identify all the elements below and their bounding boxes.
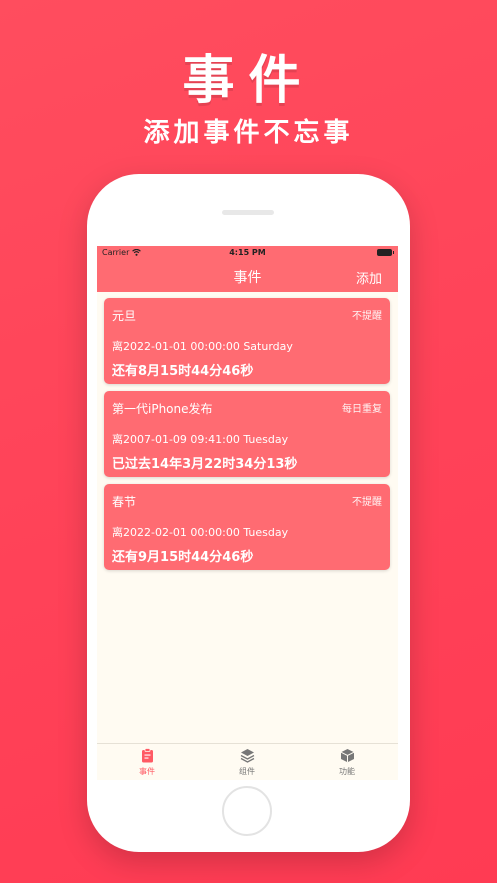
promo-subtitle: 添加事件不忘事 (143, 118, 354, 148)
event-card[interactable]: 元旦 不提醒 离2022-01-01 00:00:00 Saturday 还有8… (104, 298, 390, 384)
battery-icon (377, 249, 394, 256)
clipboard-icon (141, 748, 153, 763)
event-date: 离2007-01-09 09:41:00 Tuesday (112, 433, 289, 446)
event-name: 春节 (112, 495, 137, 509)
event-card[interactable]: 第一代iPhone发布 每日重复 离2007-01-09 09:41:00 Tu… (104, 391, 390, 477)
promo-title: 事件 (182, 51, 315, 111)
home-button[interactable] (222, 786, 272, 836)
event-reminder: 不提醒 (352, 497, 382, 508)
add-button[interactable]: 添加 (356, 268, 382, 287)
layers-icon (240, 749, 254, 763)
event-countdown: 已过去14年3月22时34分13秒 (112, 457, 298, 472)
nav-bar: 事件 添加 (97, 260, 398, 292)
event-name: 元旦 (112, 309, 137, 323)
event-name: 第一代iPhone发布 (112, 402, 213, 416)
event-reminder: 不提醒 (352, 311, 382, 322)
phone-frame: Carrier 4:15 PM 事件 添加 元旦 不提醒 离2022-01-01… (87, 174, 410, 852)
status-bar: Carrier 4:15 PM (97, 246, 398, 260)
event-list: 元旦 不提醒 离2022-01-01 00:00:00 Saturday 还有8… (104, 298, 390, 577)
tab-label: 组件 (239, 767, 255, 776)
event-countdown: 还有8月15时44分46秒 (112, 364, 254, 379)
tab-widgets[interactable]: 组件 (217, 748, 277, 777)
page-title: 事件 (233, 270, 262, 286)
tab-label: 事件 (139, 767, 155, 776)
event-card[interactable]: 春节 不提醒 离2022-02-01 00:00:00 Tuesday 还有9月… (104, 484, 390, 570)
box-icon (340, 749, 354, 763)
phone-speaker (222, 210, 274, 215)
app-screen: Carrier 4:15 PM 事件 添加 元旦 不提醒 离2022-01-01… (97, 246, 398, 780)
event-date: 离2022-02-01 00:00:00 Tuesday (112, 526, 289, 539)
tab-label: 功能 (339, 767, 355, 776)
event-date: 离2022-01-01 00:00:00 Saturday (112, 340, 293, 353)
status-time: 4:15 PM (229, 248, 266, 257)
event-reminder: 每日重复 (342, 404, 382, 415)
tab-features[interactable]: 功能 (317, 748, 377, 777)
event-countdown: 还有9月15时44分46秒 (112, 550, 254, 565)
tab-bar: 事件 组件 功能 (97, 743, 398, 780)
tab-events[interactable]: 事件 (117, 748, 177, 777)
